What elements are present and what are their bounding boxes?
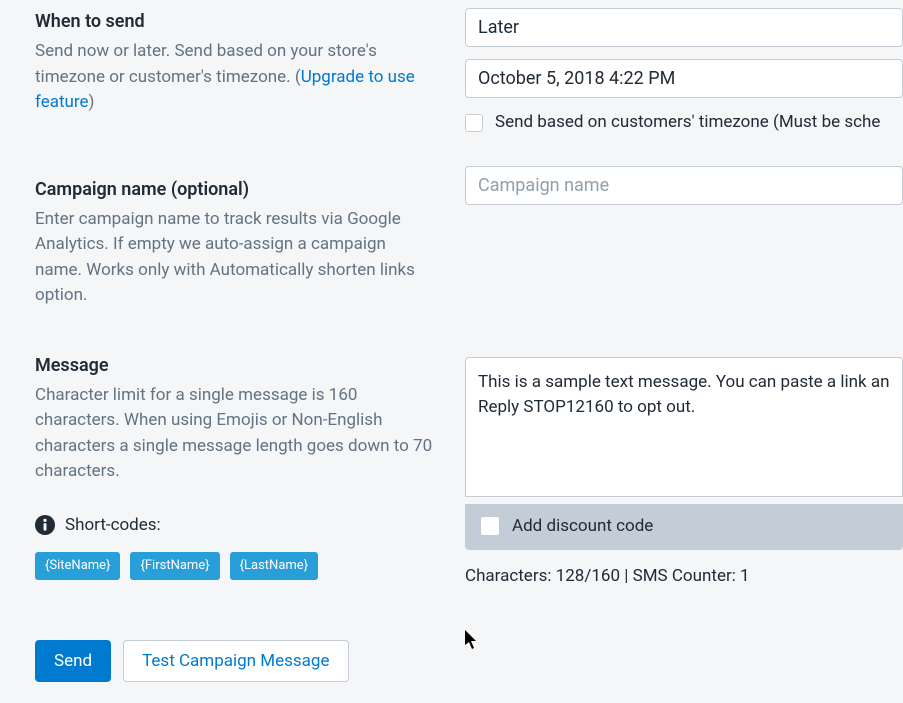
shortcode-tag-sitename[interactable]: {SiteName} [35, 552, 120, 580]
campaign-name-section: Campaign name (optional) Enter campaign … [35, 176, 435, 309]
shortcodes-label: Short-codes: [65, 513, 161, 539]
send-button[interactable]: Send [35, 640, 111, 682]
discount-checkbox[interactable] [480, 516, 500, 536]
when-to-send-title: When to send [35, 8, 435, 35]
campaign-name-controls [465, 154, 903, 205]
discount-row[interactable]: Add discount code [465, 504, 903, 551]
message-textarea[interactable] [465, 357, 903, 497]
shortcode-tag-lastname[interactable]: {LastName} [230, 552, 318, 580]
action-buttons: Send Test Campaign Message [35, 640, 435, 682]
info-icon [35, 515, 55, 535]
discount-label: Add discount code [512, 514, 653, 540]
message-title: Message [35, 352, 435, 379]
message-controls: Add discount code Characters: 128/160 | … [465, 333, 903, 590]
test-campaign-button[interactable]: Test Campaign Message [123, 640, 348, 682]
campaign-name-title: Campaign name (optional) [35, 176, 435, 203]
campaign-name-input[interactable] [465, 166, 903, 205]
shortcode-tags: {SiteName} {FirstName} {LastName} [35, 552, 435, 580]
send-timing-select[interactable]: Later [465, 8, 903, 47]
timezone-checkbox-label: Send based on customers' timezone (Must … [495, 110, 880, 136]
message-desc: Character limit for a single message is … [35, 383, 435, 485]
timezone-checkbox-row[interactable]: Send based on customers' timezone (Must … [465, 110, 903, 136]
shortcode-tag-firstname[interactable]: {FirstName} [130, 552, 219, 580]
when-to-send-controls: Later Send based on customers' timezone … [465, 0, 903, 136]
timezone-checkbox[interactable] [465, 114, 483, 132]
when-to-send-desc: Send now or later. Send based on your st… [35, 39, 435, 116]
character-counter: Characters: 128/160 | SMS Counter: 1 [465, 564, 903, 590]
when-to-send-section: When to send Send now or later. Send bas… [35, 8, 435, 116]
campaign-name-desc: Enter campaign name to track results via… [35, 207, 435, 309]
message-section: Message Character limit for a single mes… [35, 352, 435, 580]
schedule-datetime-input[interactable] [465, 59, 903, 98]
